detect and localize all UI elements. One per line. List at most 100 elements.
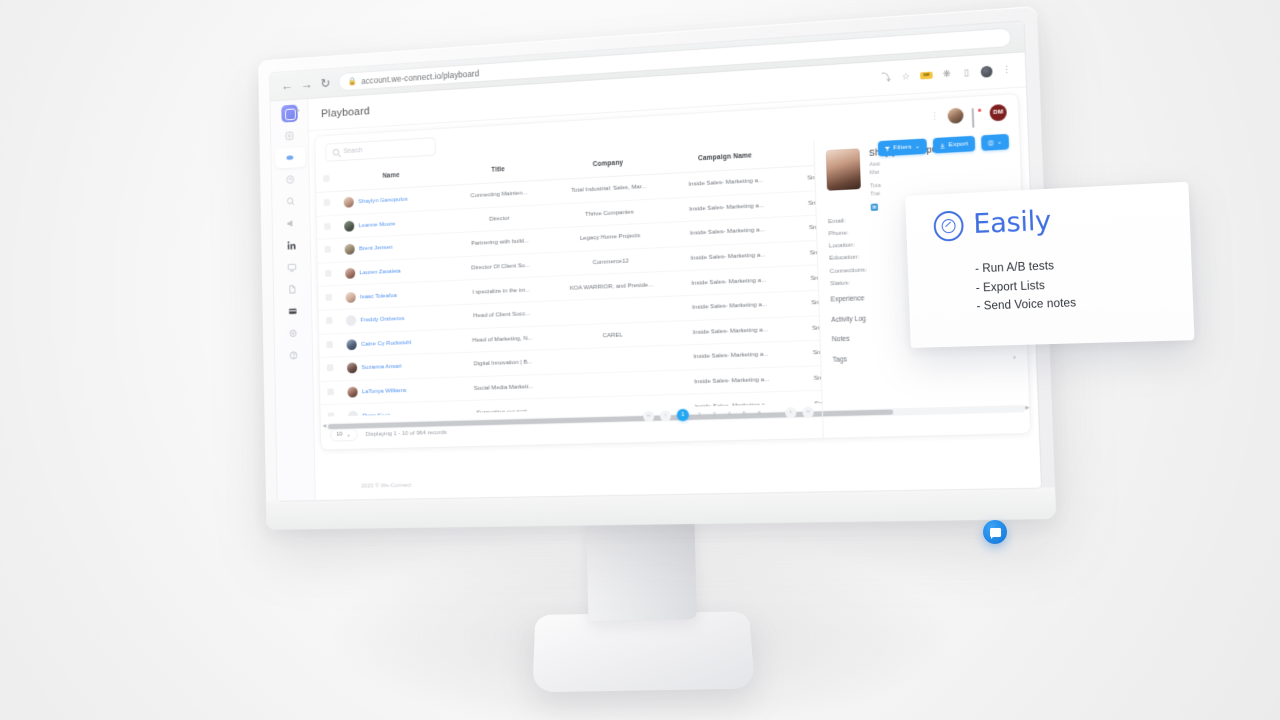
row-checkbox[interactable]	[326, 317, 333, 325]
monitor-stand-neck	[586, 514, 697, 621]
filters-label: Filters	[893, 143, 912, 152]
share-icon[interactable]: ⤵	[881, 72, 893, 84]
page-3-button[interactable]: 3	[710, 410, 719, 418]
cell-type: Smart Seque...	[791, 338, 822, 367]
contact-name-link[interactable]: LaTonya Williams	[362, 387, 407, 395]
cell-company	[556, 370, 672, 399]
row-checkbox[interactable]	[324, 246, 332, 254]
bookmark-star-icon[interactable]: ☆	[900, 71, 912, 83]
page-6-button[interactable]: 6	[755, 409, 764, 416]
browser-actions: ⤵ ☆ se ❋ ▯ ⋮	[881, 64, 1026, 84]
cell-name[interactable]: LaTonya Williams	[341, 377, 451, 405]
sidebar-item-dashboard[interactable]	[274, 125, 305, 147]
contact-name-link[interactable]: Ryan Kees	[362, 412, 390, 417]
sidebar-item-messages[interactable]	[276, 213, 307, 235]
cell-title: Digital Innovation | B...	[449, 349, 557, 378]
sidebar-item-inbox[interactable]	[276, 257, 307, 278]
row-avatar	[347, 386, 358, 398]
account-avatar[interactable]: DM	[989, 103, 1007, 122]
cell-name[interactable]: Ryan Kees	[342, 401, 452, 417]
puzzle-extension-icon[interactable]: ❋	[941, 68, 953, 80]
row-checkbox[interactable]	[325, 269, 332, 277]
sidebar-item-billing[interactable]	[277, 301, 308, 322]
last-page-button[interactable]: ››	[802, 405, 814, 418]
contact-name-link[interactable]: Shaylyn Ganopulos	[358, 196, 408, 205]
contact-name-link[interactable]: Isaac Toleafoa	[360, 292, 397, 300]
export-button[interactable]: Export	[932, 135, 975, 154]
extension-badge[interactable]: se	[919, 71, 933, 80]
cell-company	[556, 345, 671, 374]
contact-name-link[interactable]: Lauren Zavaleta	[360, 268, 401, 277]
kebab-menu-icon[interactable]: ⋮	[1001, 64, 1013, 76]
reload-icon[interactable]: ↻	[320, 76, 330, 91]
linkedin-icon[interactable]: in	[870, 203, 879, 211]
sidebar-item-settings[interactable]	[278, 323, 309, 344]
forward-icon[interactable]: →	[301, 77, 313, 92]
sidebar-expand-icon[interactable]: »	[296, 106, 300, 115]
accordion-label: Tags	[832, 355, 847, 364]
filters-button[interactable]: Filters ⌄	[877, 138, 927, 157]
row-select-cell[interactable]	[318, 285, 341, 311]
next-page-button[interactable]: ›	[785, 406, 797, 418]
avatar[interactable]	[947, 107, 964, 124]
cell-campaign-name: Inside Sales- Marketing a...	[670, 341, 793, 371]
sidebar-item-help[interactable]	[278, 345, 309, 366]
row-avatar	[347, 410, 359, 417]
row-select-cell[interactable]	[320, 404, 343, 417]
chat-bubble-icon[interactable]	[983, 520, 1007, 544]
row-checkbox[interactable]	[325, 293, 333, 301]
columns-icon	[987, 139, 994, 146]
row-select-cell[interactable]	[318, 333, 342, 358]
row-select-cell[interactable]	[316, 191, 339, 216]
contact-name-link[interactable]: Leanne Moore	[359, 220, 396, 229]
check-circle-icon	[933, 209, 965, 242]
row-avatar	[345, 315, 357, 327]
sidebar-item-campaigns[interactable]	[275, 169, 306, 191]
contact-name-link[interactable]: Suzanna Ansari	[361, 363, 401, 371]
sidebar-item-search[interactable]	[275, 191, 306, 213]
row-checkbox[interactable]	[327, 364, 334, 372]
row-checkbox[interactable]	[324, 222, 331, 230]
row-select-cell[interactable]	[319, 356, 342, 382]
columns-button[interactable]: ⌄	[980, 133, 1010, 151]
search-input[interactable]: Search	[325, 136, 436, 162]
row-checkbox[interactable]	[328, 412, 335, 417]
sidebar-item-playboard[interactable]	[274, 146, 306, 169]
row-checkbox[interactable]	[327, 388, 335, 396]
sidebar-panel-icon[interactable]: ▯	[961, 67, 973, 79]
page-4-button[interactable]: 4	[725, 410, 734, 417]
detail-field-label: Phone:	[828, 229, 849, 238]
contact-name-link[interactable]: Brent Jensen	[359, 244, 393, 252]
cell-title: Head of Marketing, N...	[448, 325, 557, 354]
notification-bell-icon[interactable]	[971, 107, 982, 128]
detail-field-label: Email:	[827, 217, 846, 225]
back-icon[interactable]: ←	[281, 78, 293, 93]
row-checkbox[interactable]	[324, 199, 331, 207]
contacts-table: Name Title Company Campaign Name Type St…	[315, 140, 822, 417]
profile-avatar-icon[interactable]	[980, 65, 993, 78]
prev-page-button[interactable]: ‹	[659, 409, 672, 422]
contact-name-link[interactable]: Caine Cy Ruckstuhl	[361, 339, 411, 348]
detail-field-label: Status:	[829, 279, 850, 287]
contact-photo	[825, 148, 861, 191]
row-select-cell[interactable]	[316, 214, 339, 240]
first-page-button[interactable]: ‹‹	[643, 410, 655, 422]
contacts-table-scroll[interactable]: Name Title Company Campaign Name Type St…	[315, 140, 822, 417]
contact-name-link[interactable]: Freddy Ontiveros	[361, 315, 405, 323]
page-5-button[interactable]: 5	[740, 410, 749, 417]
per-page-select[interactable]: 10 ⌄	[329, 427, 358, 442]
select-all-header[interactable]	[315, 167, 338, 193]
row-select-cell[interactable]	[319, 380, 343, 405]
page-1-button[interactable]: 1	[676, 408, 690, 422]
row-select-cell[interactable]	[317, 262, 340, 287]
page-2-button[interactable]: 2	[695, 411, 704, 418]
sidebar-item-reports[interactable]	[277, 279, 308, 300]
sidebar-item-linkedin[interactable]	[276, 235, 307, 257]
select-all-checkbox[interactable]	[323, 174, 331, 183]
row-checkbox[interactable]	[326, 340, 334, 348]
cell-name[interactable]: Suzanna Ansari	[341, 353, 450, 381]
row-select-cell[interactable]	[318, 309, 341, 334]
cell-type: Smart Seque...	[790, 288, 822, 317]
kebab-menu-icon[interactable]: ⋮	[930, 111, 940, 122]
row-select-cell[interactable]	[317, 238, 340, 264]
